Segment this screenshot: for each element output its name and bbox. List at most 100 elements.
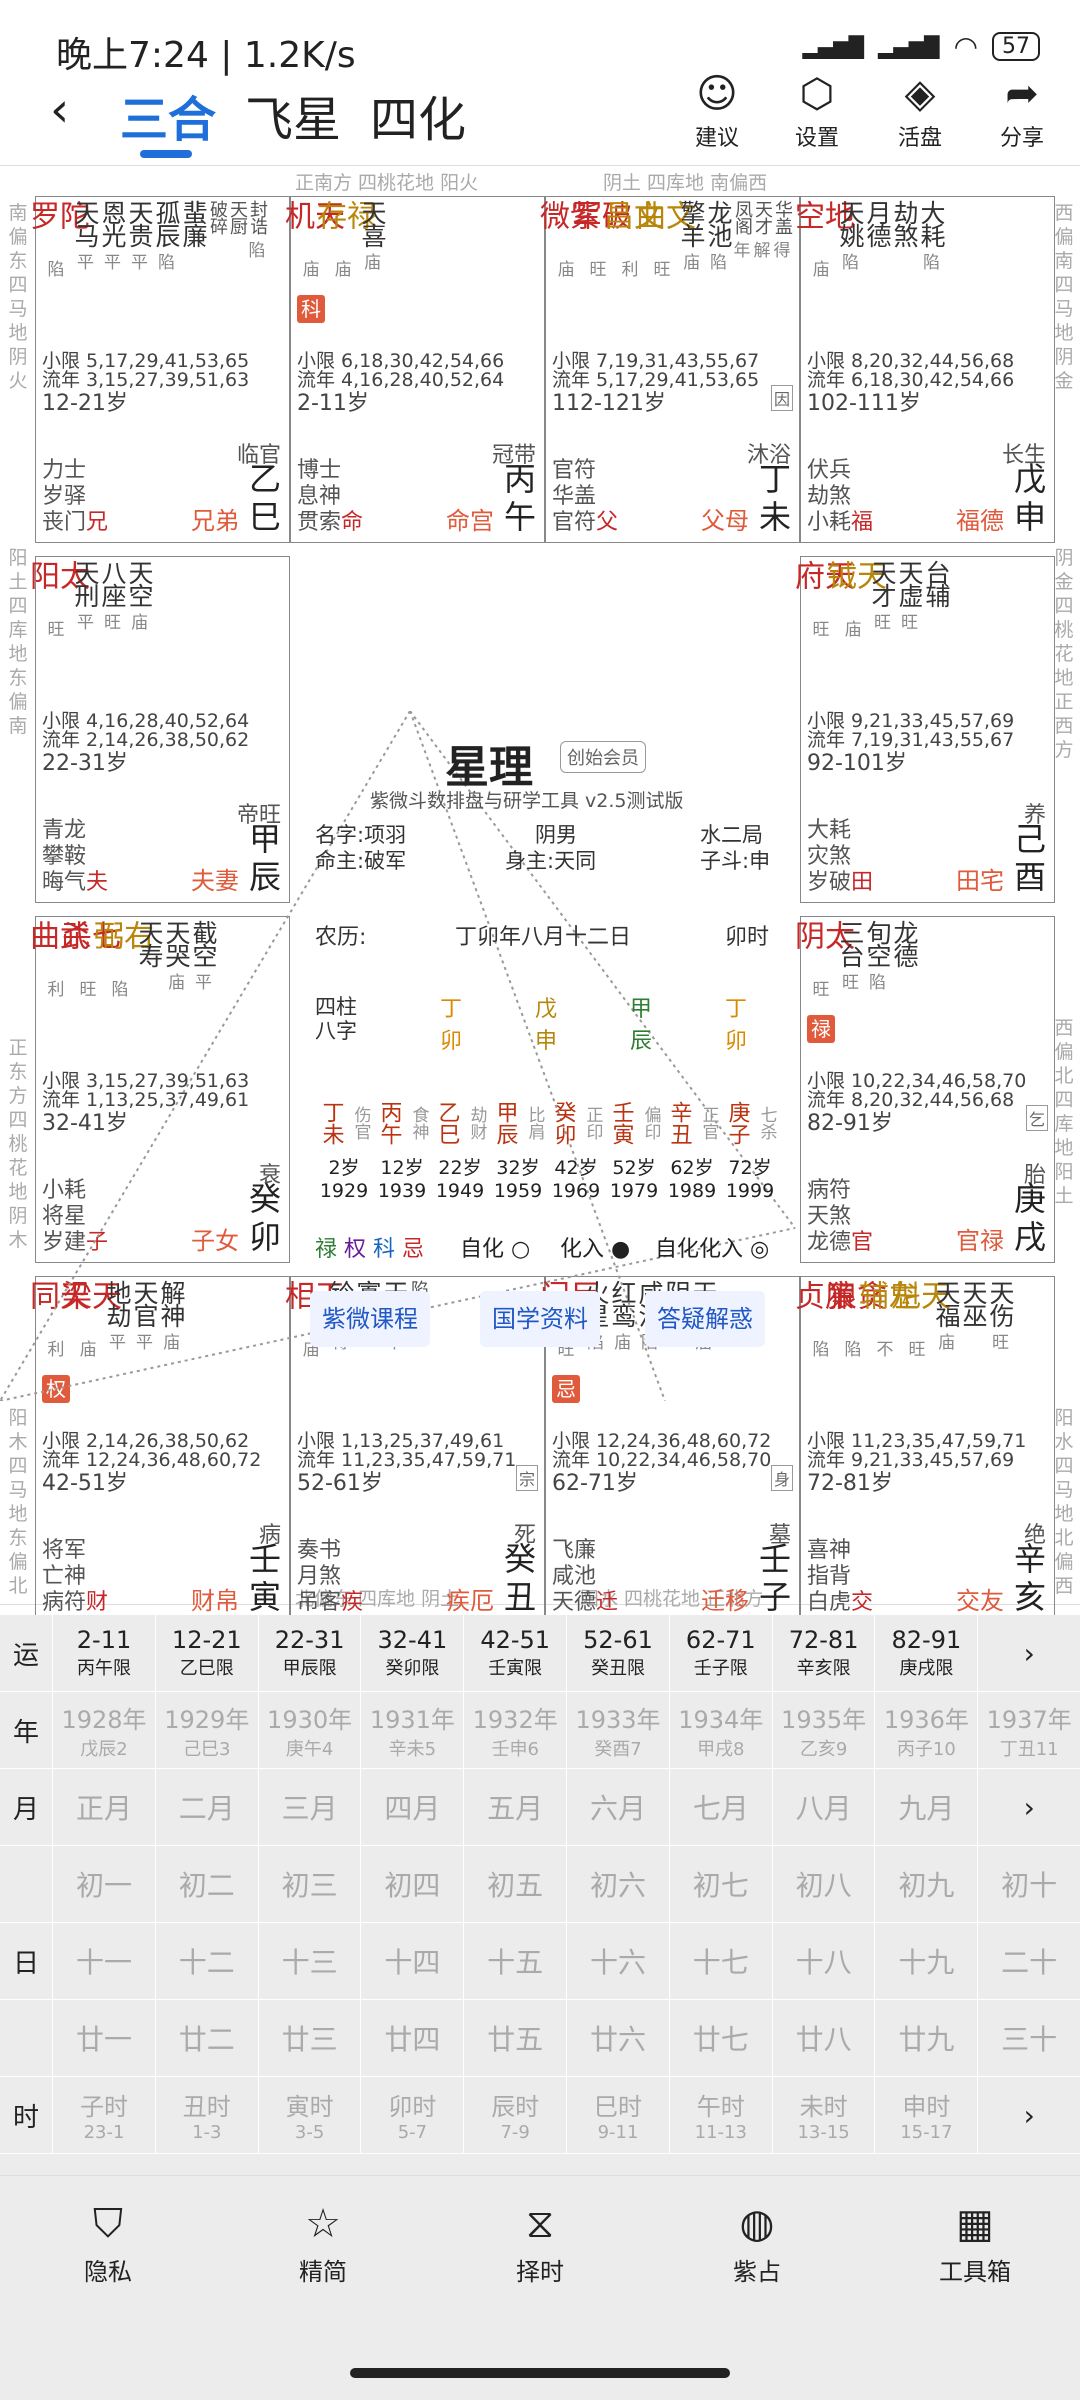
qa-button[interactable]: 答疑解惑 bbox=[645, 1291, 765, 1347]
selector-cell[interactable]: 十五 bbox=[463, 1923, 566, 1999]
selector-cell[interactable]: 1933年 癸酉7 bbox=[566, 1692, 669, 1768]
selector-cell[interactable]: 十四 bbox=[360, 1923, 463, 1999]
selector-cell[interactable]: 二月 bbox=[154, 1769, 258, 1845]
selector-cell[interactable]: 1930年 庚午4 bbox=[257, 1692, 361, 1768]
gods-list: 喜神 指背 白虎交 bbox=[807, 1538, 874, 1615]
selector-cell[interactable]: 22-31 甲辰限 bbox=[257, 1615, 361, 1691]
limits: 小限 5,17,29,41,53,65 流年 3,15,27,39,51,63 12… bbox=[42, 350, 250, 416]
selector-cell[interactable]: 12-21 乙巳限 bbox=[154, 1615, 258, 1691]
selector-cell[interactable]: 62-71 壬子限 bbox=[668, 1615, 772, 1691]
selector-cell[interactable]: 三十 bbox=[977, 2000, 1080, 2076]
selector-cell[interactable]: 廿四 bbox=[360, 2000, 463, 2076]
selector-cell[interactable]: 42-51 壬寅限 bbox=[463, 1615, 566, 1691]
settings-button[interactable]: ⬡ 设置 bbox=[772, 68, 862, 152]
next-arrow-icon[interactable]: › bbox=[977, 1769, 1080, 1845]
material-button[interactable]: 国学资料 bbox=[480, 1291, 600, 1347]
selector-cell[interactable]: 初一 bbox=[52, 1846, 155, 1922]
selector-cell[interactable]: 十二 bbox=[154, 1923, 258, 1999]
selector-cell[interactable]: 初十 bbox=[977, 1846, 1080, 1922]
selector-cell[interactable]: 十九 bbox=[874, 1923, 977, 1999]
selector-cell[interactable]: 廿一 bbox=[52, 2000, 155, 2076]
palace-cell[interactable]: 紫微庙破军旺文昌利文曲旺擎羊庙龙池陷凤阁年天才解华盖得小限 7,19,31,43… bbox=[534, 196, 800, 543]
signal-icon: ▂▄▆█ bbox=[802, 34, 865, 59]
selector-cell[interactable]: 七月 bbox=[668, 1769, 772, 1845]
suggest-button[interactable]: ☺ 建议 bbox=[672, 68, 762, 152]
selector-cell[interactable]: 巳时 9-11 bbox=[566, 2077, 669, 2153]
selector-cell[interactable]: 卯时 5-7 bbox=[360, 2077, 463, 2153]
selector-cell[interactable]: 子时 23-1 bbox=[52, 2077, 155, 2153]
tab-toolbox[interactable]: ▦ 工具箱 bbox=[915, 2196, 1035, 2287]
selector-cell[interactable]: 初三 bbox=[257, 1846, 361, 1922]
selector-cell[interactable]: 廿二 bbox=[154, 2000, 258, 2076]
selector-cell[interactable]: 1935年 乙亥9 bbox=[771, 1692, 875, 1768]
palace-cell[interactable]: 地空庙天姚陷月德 劫煞 大耗陷小限 8,20,32,44,56,68 流年 6,18,… bbox=[789, 196, 1055, 543]
selector-cell[interactable]: 正月 bbox=[52, 1769, 155, 1845]
tab-zizhan-label: 紫占 bbox=[733, 2258, 781, 2286]
selector-cell[interactable]: 52-61 癸丑限 bbox=[566, 1615, 669, 1691]
selector-cell[interactable]: 廿六 bbox=[566, 2000, 669, 2076]
share-button[interactable]: ➦ 分享 bbox=[977, 68, 1067, 152]
selector-cell[interactable]: 2-11 丙午限 bbox=[52, 1615, 155, 1691]
selector-cell[interactable]: 廿八 bbox=[771, 2000, 875, 2076]
selector-cell[interactable]: 十六 bbox=[566, 1923, 669, 1999]
ganzhi: 癸丑 bbox=[504, 1540, 537, 1616]
selector-cell[interactable]: 廿五 bbox=[463, 2000, 566, 2076]
selector-cell[interactable]: 初五 bbox=[463, 1846, 566, 1922]
selector-cell[interactable]: 申时 15-17 bbox=[874, 2077, 977, 2153]
tab-privacy[interactable]: ⛉ 隐私 bbox=[48, 2196, 168, 2287]
selector-cell[interactable]: 五月 bbox=[463, 1769, 566, 1845]
tab-zizhan[interactable]: ◍ 紫占 bbox=[697, 2196, 817, 2287]
selector-cell[interactable]: 初四 bbox=[360, 1846, 463, 1922]
selector-cell[interactable]: 1929年 己巳3 bbox=[154, 1692, 258, 1768]
tab-time-select[interactable]: ⧖ 择时 bbox=[480, 2196, 600, 2287]
selector-cell[interactable]: 32-41 癸卯限 bbox=[360, 1615, 463, 1691]
selector-cell[interactable]: 初七 bbox=[668, 1846, 772, 1922]
selector-cell[interactable]: 初二 bbox=[154, 1846, 258, 1922]
palace-cell[interactable]: 天机庙禄存庙天喜庙科小限 6,18,30,42,54,66 流年 4,16,28,… bbox=[279, 196, 545, 543]
live-chart-button[interactable]: ◈ 活盘 bbox=[875, 68, 965, 152]
palace-name: 兄弟 bbox=[191, 507, 239, 535]
selector-cell[interactable]: 八月 bbox=[771, 1769, 875, 1845]
selector-cell[interactable]: 82-91 庚戌限 bbox=[874, 1615, 977, 1691]
selector-cell[interactable]: 十七 bbox=[668, 1923, 772, 1999]
selector-cell[interactable]: 九月 bbox=[874, 1769, 977, 1845]
back-icon[interactable]: ‹ bbox=[50, 82, 69, 138]
selector-cell[interactable]: 二十 bbox=[977, 1923, 1080, 1999]
selector-cell[interactable]: 1928年 戊辰2 bbox=[52, 1692, 155, 1768]
selector-cell[interactable]: 1931年 辛未5 bbox=[360, 1692, 463, 1768]
selector-cell[interactable]: 十八 bbox=[771, 1923, 875, 1999]
tab-simple[interactable]: ☆ 精简 bbox=[263, 2196, 383, 2287]
selector-cell[interactable]: 1937年 丁丑11 bbox=[977, 1692, 1080, 1768]
selector-cell[interactable]: 四月 bbox=[360, 1769, 463, 1845]
selector-cell[interactable]: 72-81 辛亥限 bbox=[771, 1615, 875, 1691]
tab-sihua[interactable]: 四化 bbox=[370, 80, 466, 150]
selector-cell[interactable]: 初八 bbox=[771, 1846, 875, 1922]
selector-cell[interactable]: 初九 bbox=[874, 1846, 977, 1922]
selector-cell[interactable]: 未时 13-15 bbox=[771, 2077, 875, 2153]
palace-cell[interactable]: 陀罗陷天马平恩光平天贵平孤辰陷蜚廉 破碎 天厨 封诰陷小限 5,17,29,41,53… bbox=[24, 196, 290, 543]
selector-cell[interactable]: 初六 bbox=[566, 1846, 669, 1922]
selector-cell[interactable]: 丑时 1-3 bbox=[154, 2077, 258, 2153]
selector-cell[interactable]: 十一 bbox=[52, 1923, 155, 1999]
selector-cell[interactable]: 1932年 壬申6 bbox=[463, 1692, 566, 1768]
grid-icon: ▦ bbox=[956, 2201, 994, 2247]
selector-cell[interactable]: 三月 bbox=[257, 1769, 361, 1845]
tab-sanhe[interactable]: 三合 bbox=[120, 80, 216, 150]
selector-cell[interactable]: 1934年 甲戌8 bbox=[668, 1692, 772, 1768]
selector-cell[interactable]: 廿七 bbox=[668, 2000, 772, 2076]
tab-feixing[interactable]: 飞星 bbox=[245, 80, 341, 150]
selector-cell[interactable]: 辰时 7-9 bbox=[463, 2077, 566, 2153]
selector-cell[interactable]: 廿三 bbox=[257, 2000, 361, 2076]
course-button[interactable]: 紫微课程 bbox=[310, 1291, 430, 1347]
next-arrow-icon[interactable]: › bbox=[977, 1615, 1080, 1691]
selector-cell[interactable]: 1936年 丙子10 bbox=[874, 1692, 977, 1768]
selector-cell[interactable]: 廿九 bbox=[874, 2000, 977, 2076]
star: 大耗陷 bbox=[917, 200, 946, 273]
shield-check-icon: ⛉ bbox=[93, 2201, 123, 2247]
selector-cell[interactable]: 午时 11-13 bbox=[668, 2077, 772, 2153]
selector-cell[interactable]: 寅时 3-5 bbox=[257, 2077, 361, 2153]
next-arrow-icon[interactable]: › bbox=[977, 2077, 1080, 2153]
selector-cell[interactable]: 六月 bbox=[566, 1769, 669, 1845]
selector-cell[interactable]: 十三 bbox=[257, 1923, 361, 1999]
palace-name: 命宫 bbox=[446, 507, 494, 535]
